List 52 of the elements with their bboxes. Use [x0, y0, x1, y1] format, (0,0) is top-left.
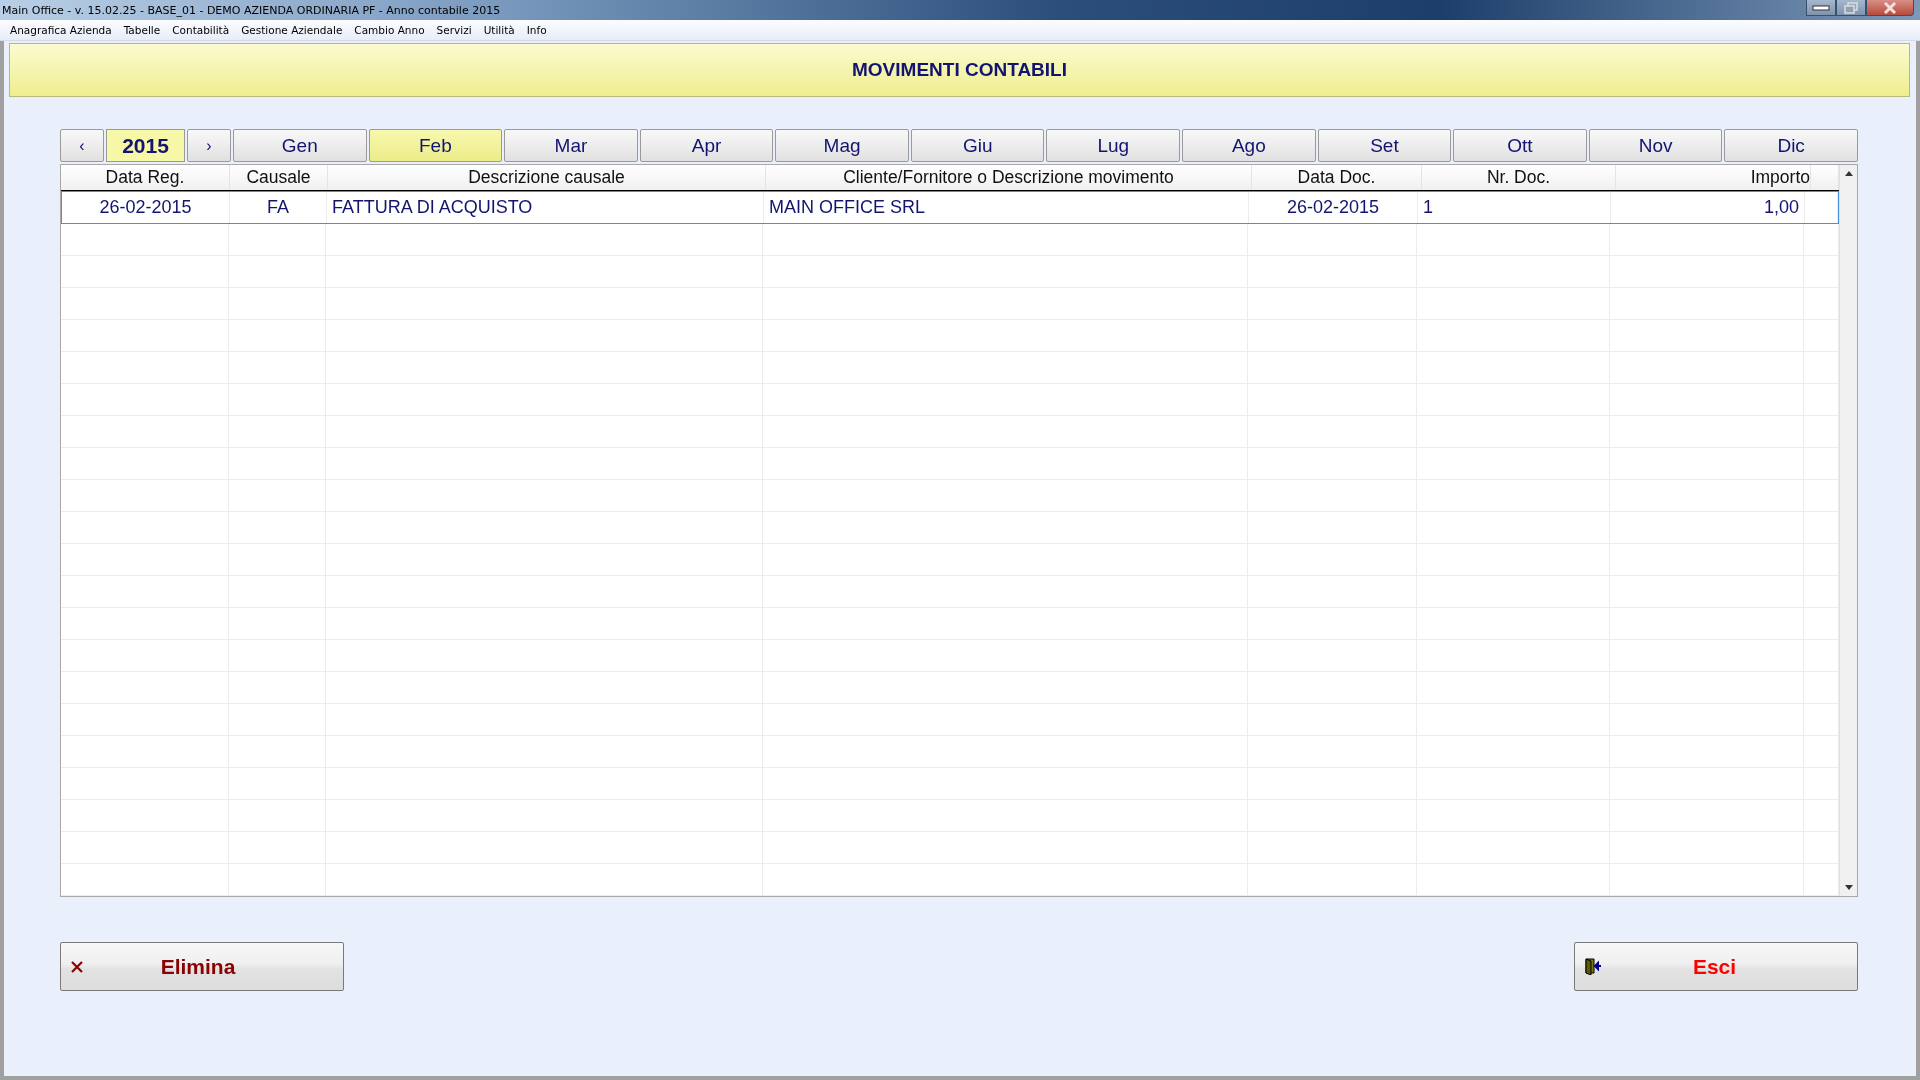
page-title: MOVIMENTI CONTABILI	[852, 59, 1067, 81]
menu-item[interactable]: Info	[520, 24, 553, 36]
table-cell: 1,00	[1611, 192, 1805, 223]
column-header: Causale	[230, 165, 328, 190]
table-cell: 26-02-2015	[62, 192, 230, 223]
restore-icon	[1844, 1, 1858, 14]
month-tab[interactable]: Mag	[775, 129, 909, 162]
menu-item[interactable]: Contabilità	[166, 24, 236, 36]
menu-item[interactable]: Anagrafica Azienda	[4, 24, 118, 36]
table-cell: 26-02-2015	[1249, 192, 1418, 223]
table-row[interactable]: 26-02-2015 FA FATTURA DI ACQUISTO MAIN OFFICE SRL 26-02-2015 1 1,00	[61, 191, 1839, 224]
month-tab[interactable]: Giu	[910, 129, 1045, 162]
month-tab[interactable]: Feb	[368, 129, 503, 162]
scrollbar[interactable]	[1839, 165, 1857, 896]
column-header: Data Doc.	[1252, 165, 1422, 190]
scroll-down-icon[interactable]	[1844, 885, 1853, 890]
column-header: Importo	[1616, 165, 1811, 190]
year-field: 2015	[106, 129, 185, 162]
month-tab[interactable]: Nov	[1588, 129, 1723, 162]
scroll-up-icon[interactable]	[1844, 171, 1853, 176]
month-tab[interactable]: Dic	[1724, 129, 1858, 162]
table-cell: FA	[230, 192, 327, 223]
minimize-button[interactable]	[1806, 0, 1836, 16]
month-tab[interactable]: Apr	[639, 129, 774, 162]
menu-item[interactable]: Cambio Anno	[348, 24, 431, 36]
column-header: Descrizione causale	[328, 165, 766, 190]
menu-item[interactable]: Servizi	[430, 24, 478, 36]
cross-icon	[71, 960, 83, 973]
close-icon	[1883, 1, 1897, 14]
month-tab[interactable]: Set	[1317, 129, 1452, 162]
delete-button[interactable]: Elimina	[60, 942, 344, 991]
previous-year-button[interactable]: ‹	[60, 129, 104, 162]
menu-item[interactable]: Tabelle	[117, 24, 167, 36]
month-tab[interactable]: Ago	[1182, 129, 1316, 162]
column-header: Cliente/Fornitore o Descrizione movimento	[766, 165, 1252, 190]
menu-item[interactable]: Gestione Aziendale	[235, 24, 349, 36]
door-icon	[1585, 958, 1602, 975]
month-tab[interactable]: Mar	[504, 129, 638, 162]
month-tab[interactable]: Gen	[233, 129, 367, 162]
month-tab[interactable]: Lug	[1046, 129, 1181, 162]
close-button[interactable]	[1866, 0, 1914, 16]
month-tab[interactable]: Ott	[1453, 129, 1587, 162]
table-cell: 1	[1418, 192, 1611, 223]
table-cell: MAIN OFFICE SRL	[764, 192, 1249, 223]
next-year-button[interactable]: ›	[187, 129, 231, 162]
menu-item[interactable]: Utilità	[477, 24, 521, 36]
column-header: Nr. Doc.	[1422, 165, 1616, 190]
restore-button[interactable]	[1836, 0, 1866, 16]
window-title: Main Office - v. 15.02.25 - BASE_01 - DEMO AZIENDA ORDINARIA PF - Anno contabile 2015	[1, 3, 501, 17]
minimize-icon	[1812, 4, 1830, 11]
table-cell: FATTURA DI ACQUISTO	[327, 192, 764, 223]
column-header: Data Reg.	[61, 165, 230, 190]
